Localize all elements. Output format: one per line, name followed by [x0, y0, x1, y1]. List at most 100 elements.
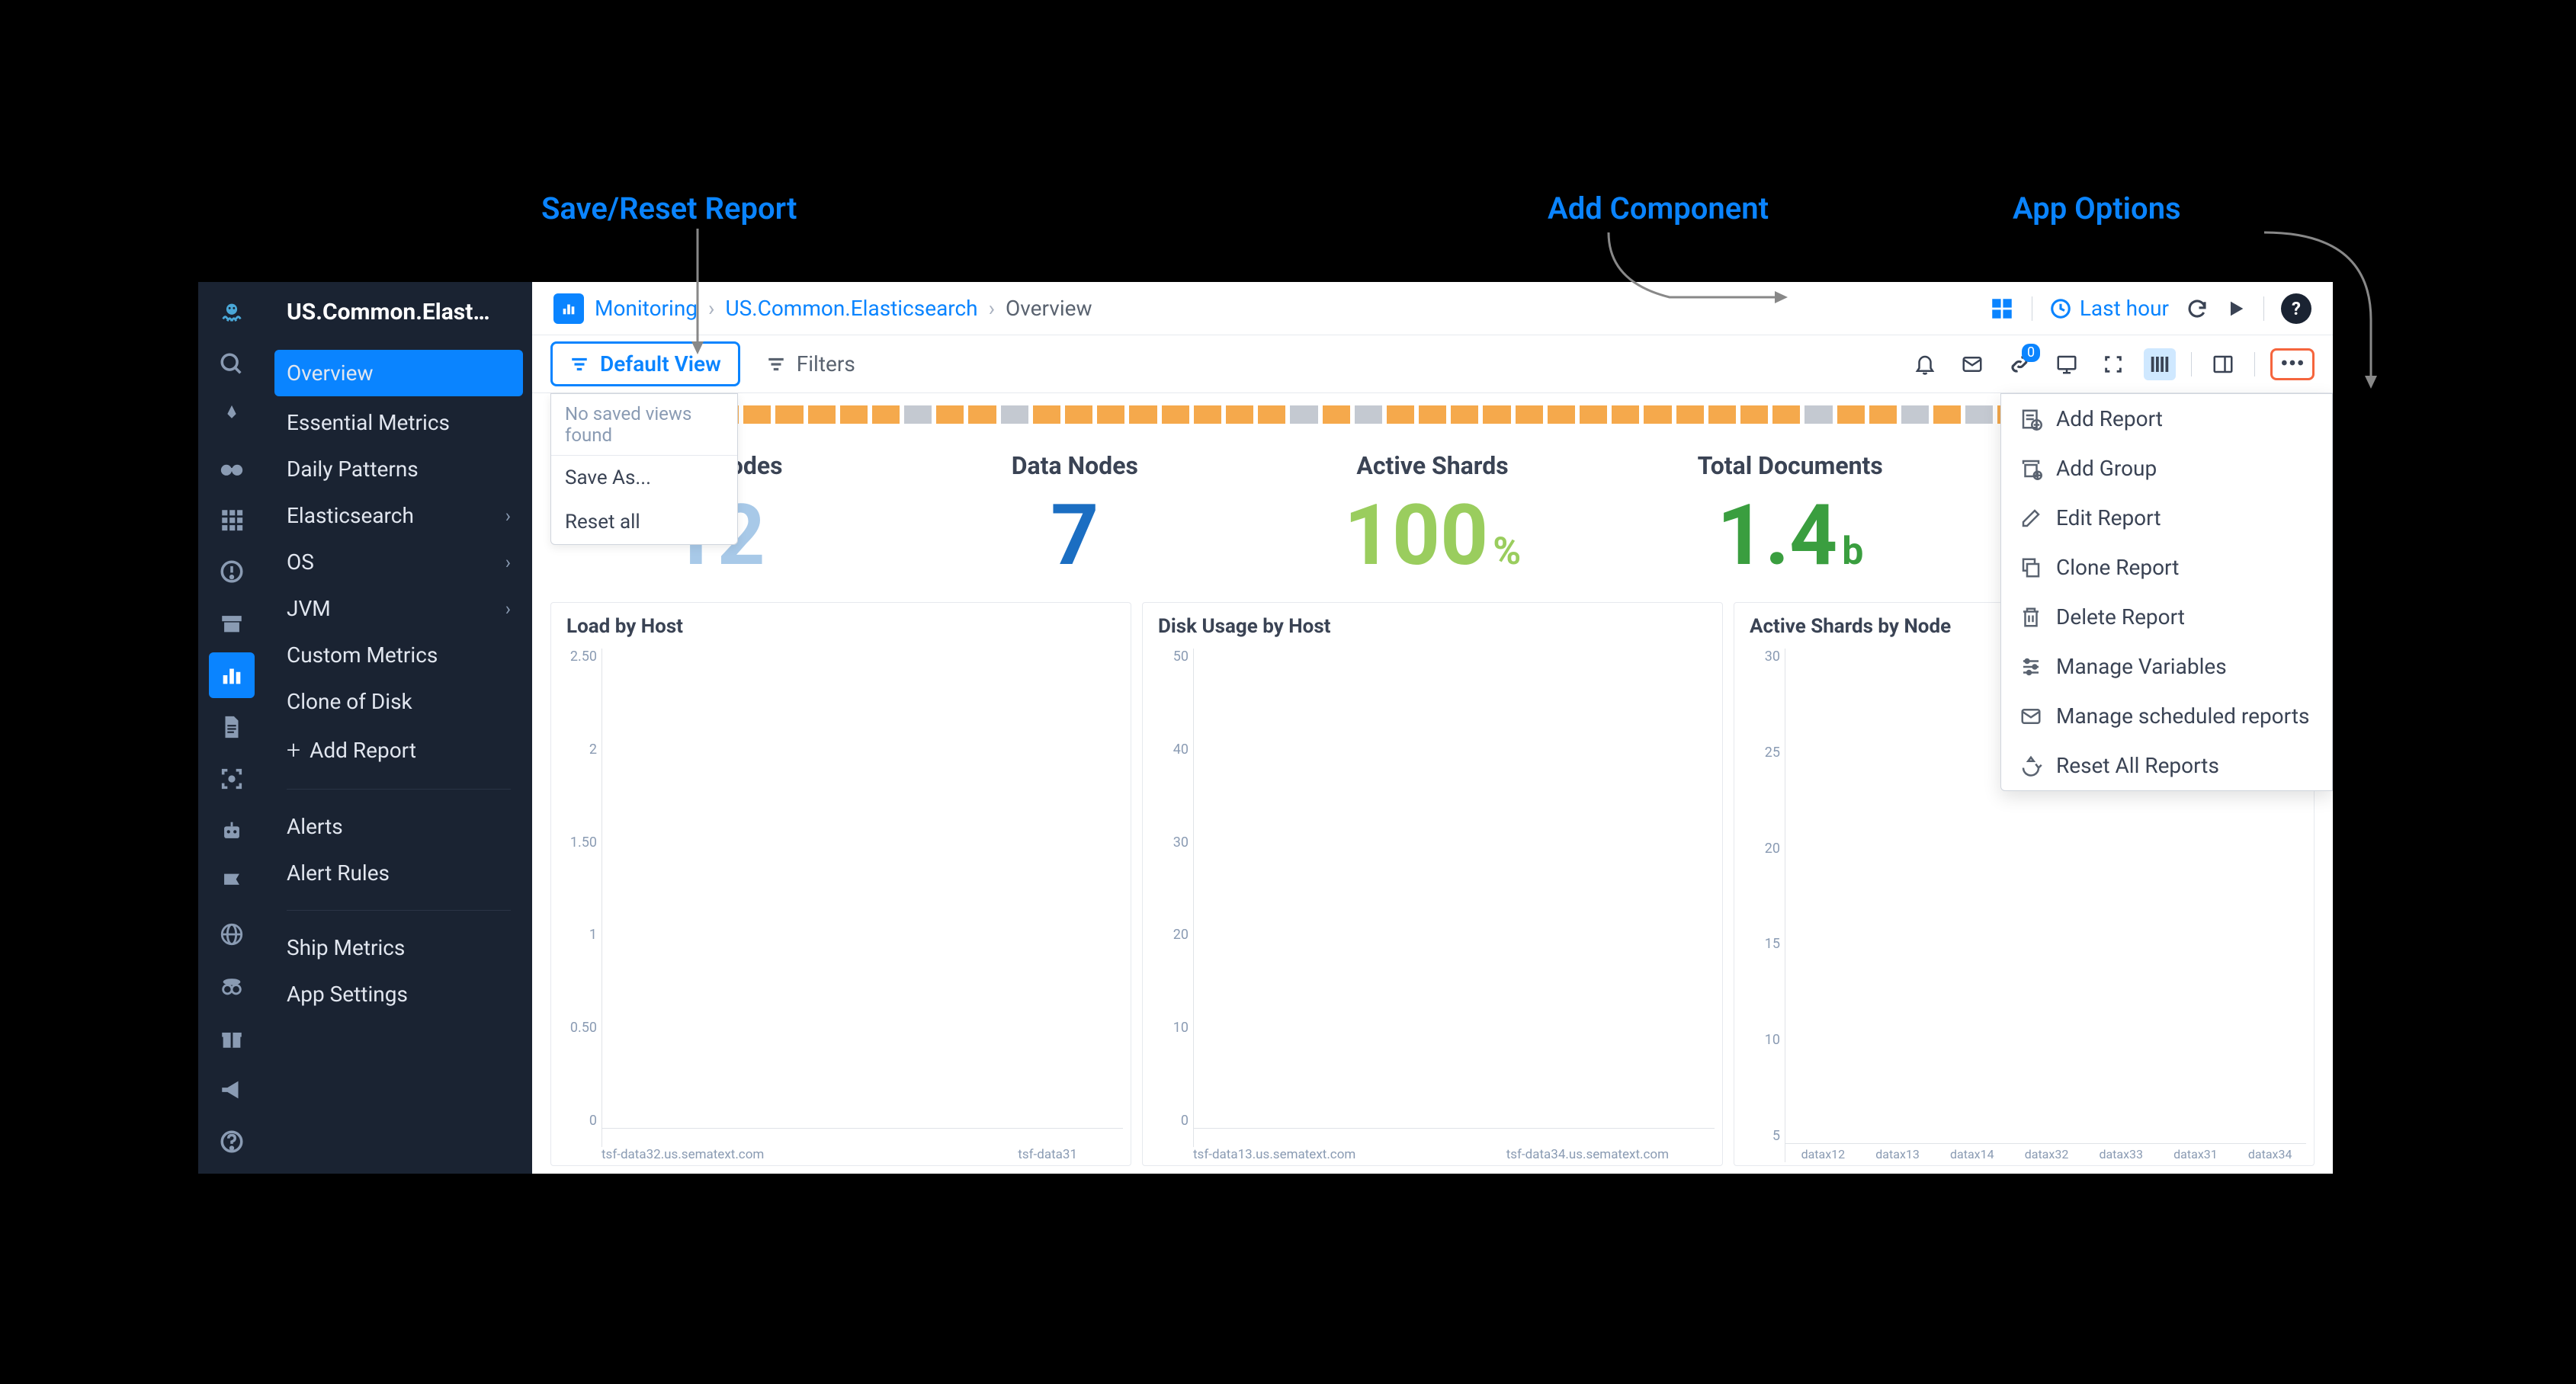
sidebar-item-elasticsearch[interactable]: Elasticsearch› — [265, 492, 532, 539]
status-tick — [1097, 405, 1124, 424]
bar — [1419, 1129, 1454, 1147]
x-axis-labels: tsf-data13.us.sematext.comtsf-data34.us.… — [1150, 1147, 1715, 1162]
view-save-as[interactable]: Save As... — [551, 456, 737, 500]
bar-label: datax13 — [1875, 1147, 1920, 1162]
opt-reset-all-reports[interactable]: Reset All Reports — [2001, 741, 2332, 790]
status-tick — [1901, 405, 1929, 424]
status-tick — [1033, 405, 1060, 424]
bar: datax31 — [2160, 1126, 2232, 1162]
status-tick — [1323, 405, 1350, 424]
sidebar-item-clone[interactable]: Clone of Disk — [265, 678, 532, 725]
opt-delete-report[interactable]: Delete Report — [2001, 592, 2332, 642]
bar — [939, 1129, 974, 1147]
bell-icon[interactable] — [1909, 348, 1941, 380]
document-rail-icon[interactable] — [209, 704, 255, 750]
bars-container — [1193, 649, 1715, 1147]
robot-rail-icon[interactable] — [209, 808, 255, 854]
fullscreen-icon[interactable] — [2098, 349, 2128, 380]
sidebar-item-jvm[interactable]: JVM› — [265, 585, 532, 632]
sidebar-add-report[interactable]: +Add Report — [265, 725, 532, 775]
opt-add-report[interactable]: Add Report — [2001, 394, 2332, 444]
grid-rail-icon[interactable] — [209, 497, 255, 543]
megaphone-rail-icon[interactable] — [209, 1067, 255, 1113]
logo-icon[interactable] — [209, 290, 255, 335]
opt-add-group[interactable]: Add Group — [2001, 444, 2332, 493]
breadcrumb-chart-icon — [553, 293, 584, 324]
breadcrumb-sep: › — [989, 296, 995, 321]
globe-rail-icon[interactable] — [209, 911, 255, 957]
search-rail-icon[interactable] — [209, 341, 255, 387]
bar-label: datax31 — [2173, 1147, 2218, 1162]
bar-label: datax32 — [2025, 1147, 2069, 1162]
time-range-button[interactable]: Last hour — [2049, 296, 2169, 321]
metric-label: Data Nodes — [1012, 451, 1138, 480]
bar — [1051, 1129, 1086, 1147]
sidebar-alerts[interactable]: Alerts — [265, 803, 532, 850]
sidebar-item-daily[interactable]: Daily Patterns — [265, 446, 532, 492]
annotation-add-component: Add Component — [1548, 191, 1769, 226]
binoculars-rail-icon[interactable] — [209, 445, 255, 491]
opt-manage-variables[interactable]: Manage Variables — [2001, 642, 2332, 691]
gift-rail-icon[interactable] — [209, 1015, 255, 1061]
divider — [287, 789, 511, 790]
opt-edit-report[interactable]: Edit Report — [2001, 493, 2332, 543]
mail-icon[interactable] — [1956, 348, 1988, 380]
sidebar-item-overview[interactable]: Overview — [274, 350, 523, 396]
main-panel: Monitoring › US.Common.Elasticsearch › O… — [532, 282, 2333, 1174]
add-component-button[interactable] — [1989, 296, 2015, 322]
filters-button[interactable]: Filters — [749, 344, 872, 384]
sidebar-item-essential[interactable]: Essential Metrics — [265, 399, 532, 446]
metric-card: Total Documents 1.4b — [1624, 451, 1957, 578]
sidebar-ship-metrics[interactable]: Ship Metrics — [265, 924, 532, 971]
chart-card: Load by Host2.5021.5010.500tsf-data32.us… — [550, 602, 1131, 1166]
chart-title: Load by Host — [559, 615, 1123, 638]
status-tick — [1644, 405, 1671, 424]
link-icon[interactable]: 0 — [2003, 348, 2035, 380]
refresh-button[interactable] — [2186, 297, 2209, 320]
bar — [1088, 1129, 1123, 1147]
bar — [1013, 1129, 1048, 1147]
chart-rail-icon[interactable] — [209, 652, 255, 698]
archive-rail-icon[interactable] — [209, 601, 255, 646]
bar — [827, 1129, 862, 1147]
sidebar-alert-rules[interactable]: Alert Rules — [265, 850, 532, 896]
chevron-right-icon: › — [505, 552, 511, 573]
rocket-rail-icon[interactable] — [209, 393, 255, 439]
bar: datax14 — [1936, 1126, 2008, 1162]
flag-rail-icon[interactable] — [209, 860, 255, 905]
callout-arrow-add — [1593, 229, 1799, 328]
focus-rail-icon[interactable] — [209, 756, 255, 802]
breadcrumb: Monitoring › US.Common.Elasticsearch › O… — [553, 293, 1092, 324]
chart-area: 50403020100 — [1150, 649, 1715, 1147]
callout-arrow-options — [2234, 229, 2401, 396]
view-reset-all[interactable]: Reset all — [551, 500, 737, 544]
sidebar-app-settings[interactable]: App Settings — [265, 971, 532, 1017]
status-tick — [1001, 405, 1028, 424]
bar — [1642, 1129, 1677, 1147]
divider — [2191, 352, 2192, 376]
help-rail-icon[interactable] — [209, 1119, 255, 1165]
opt-clone-report[interactable]: Clone Report — [2001, 543, 2332, 592]
app-window: US.Common.Elast… Overview Essential Metr… — [198, 282, 2333, 1174]
y-axis: 2.5021.5010.500 — [559, 649, 601, 1147]
status-tick — [1676, 405, 1704, 424]
chevron-right-icon: › — [505, 505, 511, 527]
status-tick — [904, 405, 932, 424]
screen-icon[interactable] — [2051, 348, 2083, 380]
sidebar-item-os[interactable]: OS› — [265, 539, 532, 585]
bar — [604, 1129, 639, 1147]
breadcrumb-app[interactable]: US.Common.Elasticsearch — [725, 296, 977, 321]
opt-scheduled-reports[interactable]: Manage scheduled reports — [2001, 691, 2332, 741]
bar-label: datax33 — [2099, 1147, 2143, 1162]
alert-rail-icon[interactable] — [209, 549, 255, 594]
bar — [790, 1129, 825, 1147]
breadcrumb-current: Overview — [1006, 296, 1092, 321]
bar — [1195, 1129, 1230, 1147]
sidebar-item-custom[interactable]: Custom Metrics — [265, 632, 532, 678]
clock-icon — [2049, 297, 2072, 320]
metric-card: Data Nodes 7 — [908, 451, 1241, 578]
detective-rail-icon[interactable] — [209, 963, 255, 1009]
metric-value: 7 — [1051, 494, 1099, 578]
density-icon[interactable] — [2144, 348, 2176, 380]
bar — [1531, 1129, 1566, 1147]
